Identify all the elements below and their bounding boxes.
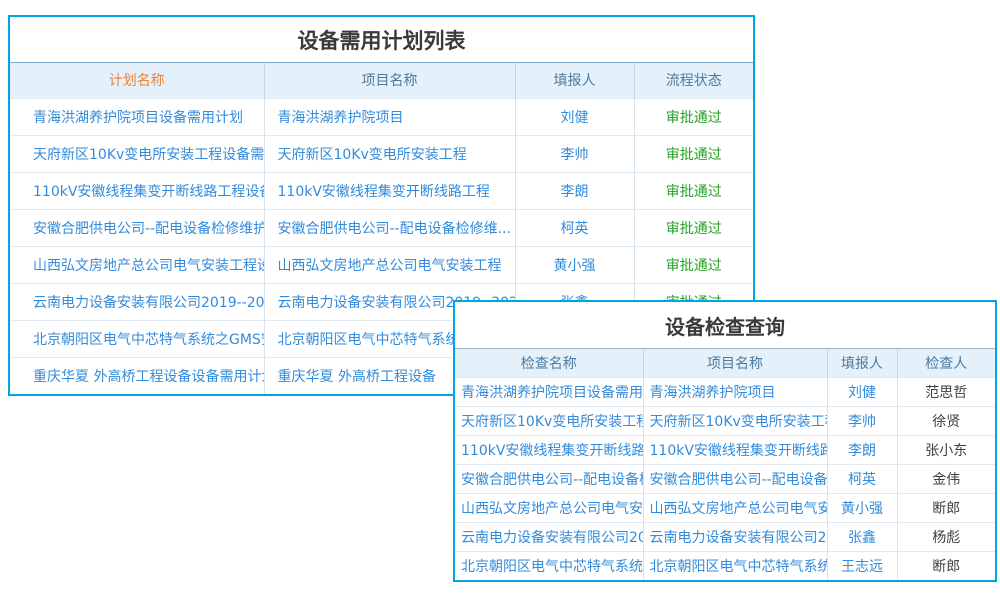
plan-name-cell[interactable]: 110kV安徽线程集变开断线路工程设备... <box>10 172 264 209</box>
reporter-cell[interactable]: 柯英 <box>515 209 634 246</box>
inspector-cell: 范思哲 <box>897 377 995 406</box>
inspection-table: 检查名称项目名称填报人检查人 青海洪湖养护院项目设备需用计划青海洪湖养护院项目刘… <box>455 349 995 580</box>
inspector-cell: 徐贤 <box>897 406 995 435</box>
status-cell: 审批通过 <box>634 209 753 246</box>
reporter-cell[interactable]: 刘健 <box>827 377 897 406</box>
status-cell: 审批通过 <box>634 98 753 135</box>
table-row: 山西弘文房地产总公司电气安装工程设备需山西弘文房地产总公司电气安装工程设黄小强断… <box>455 493 995 522</box>
project-name-cell[interactable]: 青海洪湖养护院项目 <box>643 377 827 406</box>
reporter-cell[interactable]: 刘健 <box>515 98 634 135</box>
reporter-cell[interactable]: 黄小强 <box>827 493 897 522</box>
inspection-table-body: 青海洪湖养护院项目设备需用计划青海洪湖养护院项目刘健范思哲天府新区10Kv变电所… <box>455 377 995 580</box>
table-row: 安徽合肥供电公司--配电设备检修维护工程安徽合肥供电公司--配电设备检修维护柯英… <box>455 464 995 493</box>
table-row: 山西弘文房地产总公司电气安装工程设...山西弘文房地产总公司电气安装工程黄小强审… <box>10 246 753 283</box>
project-name-cell[interactable]: 山西弘文房地产总公司电气安装工程设 <box>643 493 827 522</box>
inspector-cell: 杨彪 <box>897 522 995 551</box>
inspection-query-window: 设备检查查询 检查名称项目名称填报人检查人 青海洪湖养护院项目设备需用计划青海洪… <box>453 300 997 582</box>
project-name-cell[interactable]: 山西弘文房地产总公司电气安装工程 <box>264 246 515 283</box>
inspection-table-header: 检查名称项目名称填报人检查人 <box>455 349 995 377</box>
inspector-cell: 张小东 <box>897 435 995 464</box>
table-row: 安徽合肥供电公司--配电设备检修维护...安徽合肥供电公司--配电设备检修维..… <box>10 209 753 246</box>
plan-name-cell[interactable]: 北京朝阳区电气中芯特气系统之GMS安... <box>10 320 264 357</box>
reporter-cell[interactable]: 李帅 <box>515 135 634 172</box>
reporter-cell[interactable]: 张鑫 <box>827 522 897 551</box>
table-row: 青海洪湖养护院项目设备需用计划青海洪湖养护院项目刘健审批通过 <box>10 98 753 135</box>
plan-name-cell[interactable]: 青海洪湖养护院项目设备需用计划 <box>10 98 264 135</box>
project-name-cell[interactable]: 北京朝阳区电气中芯特气系统之GMS <box>643 551 827 580</box>
table-row: 北京朝阳区电气中芯特气系统之GMS安北京朝阳区电气中芯特气系统之GMS王志远断郎 <box>455 551 995 580</box>
inspection-name-cell[interactable]: 110kV安徽线程集变开断线路工程设备需用 <box>455 435 643 464</box>
project-name-cell[interactable]: 青海洪湖养护院项目 <box>264 98 515 135</box>
inspection-name-cell[interactable]: 山西弘文房地产总公司电气安装工程设备需 <box>455 493 643 522</box>
column-header: 检查名称 <box>455 349 643 377</box>
column-header: 流程状态 <box>634 63 753 98</box>
inspector-cell: 断郎 <box>897 493 995 522</box>
plan-name-cell[interactable]: 重庆华夏 外高桥工程设备设备需用计划 <box>10 357 264 394</box>
project-name-cell[interactable]: 110kV安徽线程集变开断线路工程 <box>264 172 515 209</box>
column-header: 项目名称 <box>643 349 827 377</box>
inspection-name-cell[interactable]: 天府新区10Kv变电所安装工程设备需用计划 <box>455 406 643 435</box>
inspection-query-title: 设备检查查询 <box>455 302 995 349</box>
plan-name-cell[interactable]: 云南电力设备安装有限公司2019--2020... <box>10 283 264 320</box>
reporter-cell[interactable]: 李朗 <box>827 435 897 464</box>
inspection-name-cell[interactable]: 安徽合肥供电公司--配电设备检修维护工程 <box>455 464 643 493</box>
status-cell: 审批通过 <box>634 172 753 209</box>
inspection-name-cell[interactable]: 青海洪湖养护院项目设备需用计划 <box>455 377 643 406</box>
inspector-cell: 断郎 <box>897 551 995 580</box>
project-name-cell[interactable]: 安徽合肥供电公司--配电设备检修维... <box>264 209 515 246</box>
project-name-cell[interactable]: 天府新区10Kv变电所安装工程 <box>264 135 515 172</box>
project-name-cell[interactable]: 天府新区10Kv变电所安装工程 <box>643 406 827 435</box>
table-row: 青海洪湖养护院项目设备需用计划青海洪湖养护院项目刘健范思哲 <box>455 377 995 406</box>
column-header: 项目名称 <box>264 63 515 98</box>
column-header[interactable]: 计划名称 <box>10 63 264 98</box>
plan-list-title: 设备需用计划列表 <box>10 17 753 63</box>
column-header: 填报人 <box>515 63 634 98</box>
plan-name-cell[interactable]: 山西弘文房地产总公司电气安装工程设... <box>10 246 264 283</box>
inspection-name-cell[interactable]: 北京朝阳区电气中芯特气系统之GMS安 <box>455 551 643 580</box>
reporter-cell[interactable]: 柯英 <box>827 464 897 493</box>
table-row: 云南电力设备安装有限公司2019--2020云南电力设备安装有限公司2019--… <box>455 522 995 551</box>
table-row: 110kV安徽线程集变开断线路工程设备需用110kV安徽线程集变开断线路工程设李… <box>455 435 995 464</box>
table-row: 天府新区10Kv变电所安装工程设备需用计划天府新区10Kv变电所安装工程李帅徐贤 <box>455 406 995 435</box>
inspection-name-cell[interactable]: 云南电力设备安装有限公司2019--2020 <box>455 522 643 551</box>
plan-name-cell[interactable]: 天府新区10Kv变电所安装工程设备需用... <box>10 135 264 172</box>
inspector-cell: 金伟 <box>897 464 995 493</box>
column-header: 检查人 <box>897 349 995 377</box>
reporter-cell[interactable]: 李帅 <box>827 406 897 435</box>
reporter-cell[interactable]: 王志远 <box>827 551 897 580</box>
table-row: 天府新区10Kv变电所安装工程设备需用...天府新区10Kv变电所安装工程李帅审… <box>10 135 753 172</box>
plan-table-header: 计划名称项目名称填报人流程状态 <box>10 63 753 98</box>
reporter-cell[interactable]: 黄小强 <box>515 246 634 283</box>
project-name-cell[interactable]: 110kV安徽线程集变开断线路工程设 <box>643 435 827 464</box>
table-row: 110kV安徽线程集变开断线路工程设备...110kV安徽线程集变开断线路工程李… <box>10 172 753 209</box>
project-name-cell[interactable]: 云南电力设备安装有限公司2019--20 <box>643 522 827 551</box>
status-cell: 审批通过 <box>634 246 753 283</box>
project-name-cell[interactable]: 安徽合肥供电公司--配电设备检修维护 <box>643 464 827 493</box>
status-cell: 审批通过 <box>634 135 753 172</box>
plan-name-cell[interactable]: 安徽合肥供电公司--配电设备检修维护... <box>10 209 264 246</box>
reporter-cell[interactable]: 李朗 <box>515 172 634 209</box>
column-header: 填报人 <box>827 349 897 377</box>
